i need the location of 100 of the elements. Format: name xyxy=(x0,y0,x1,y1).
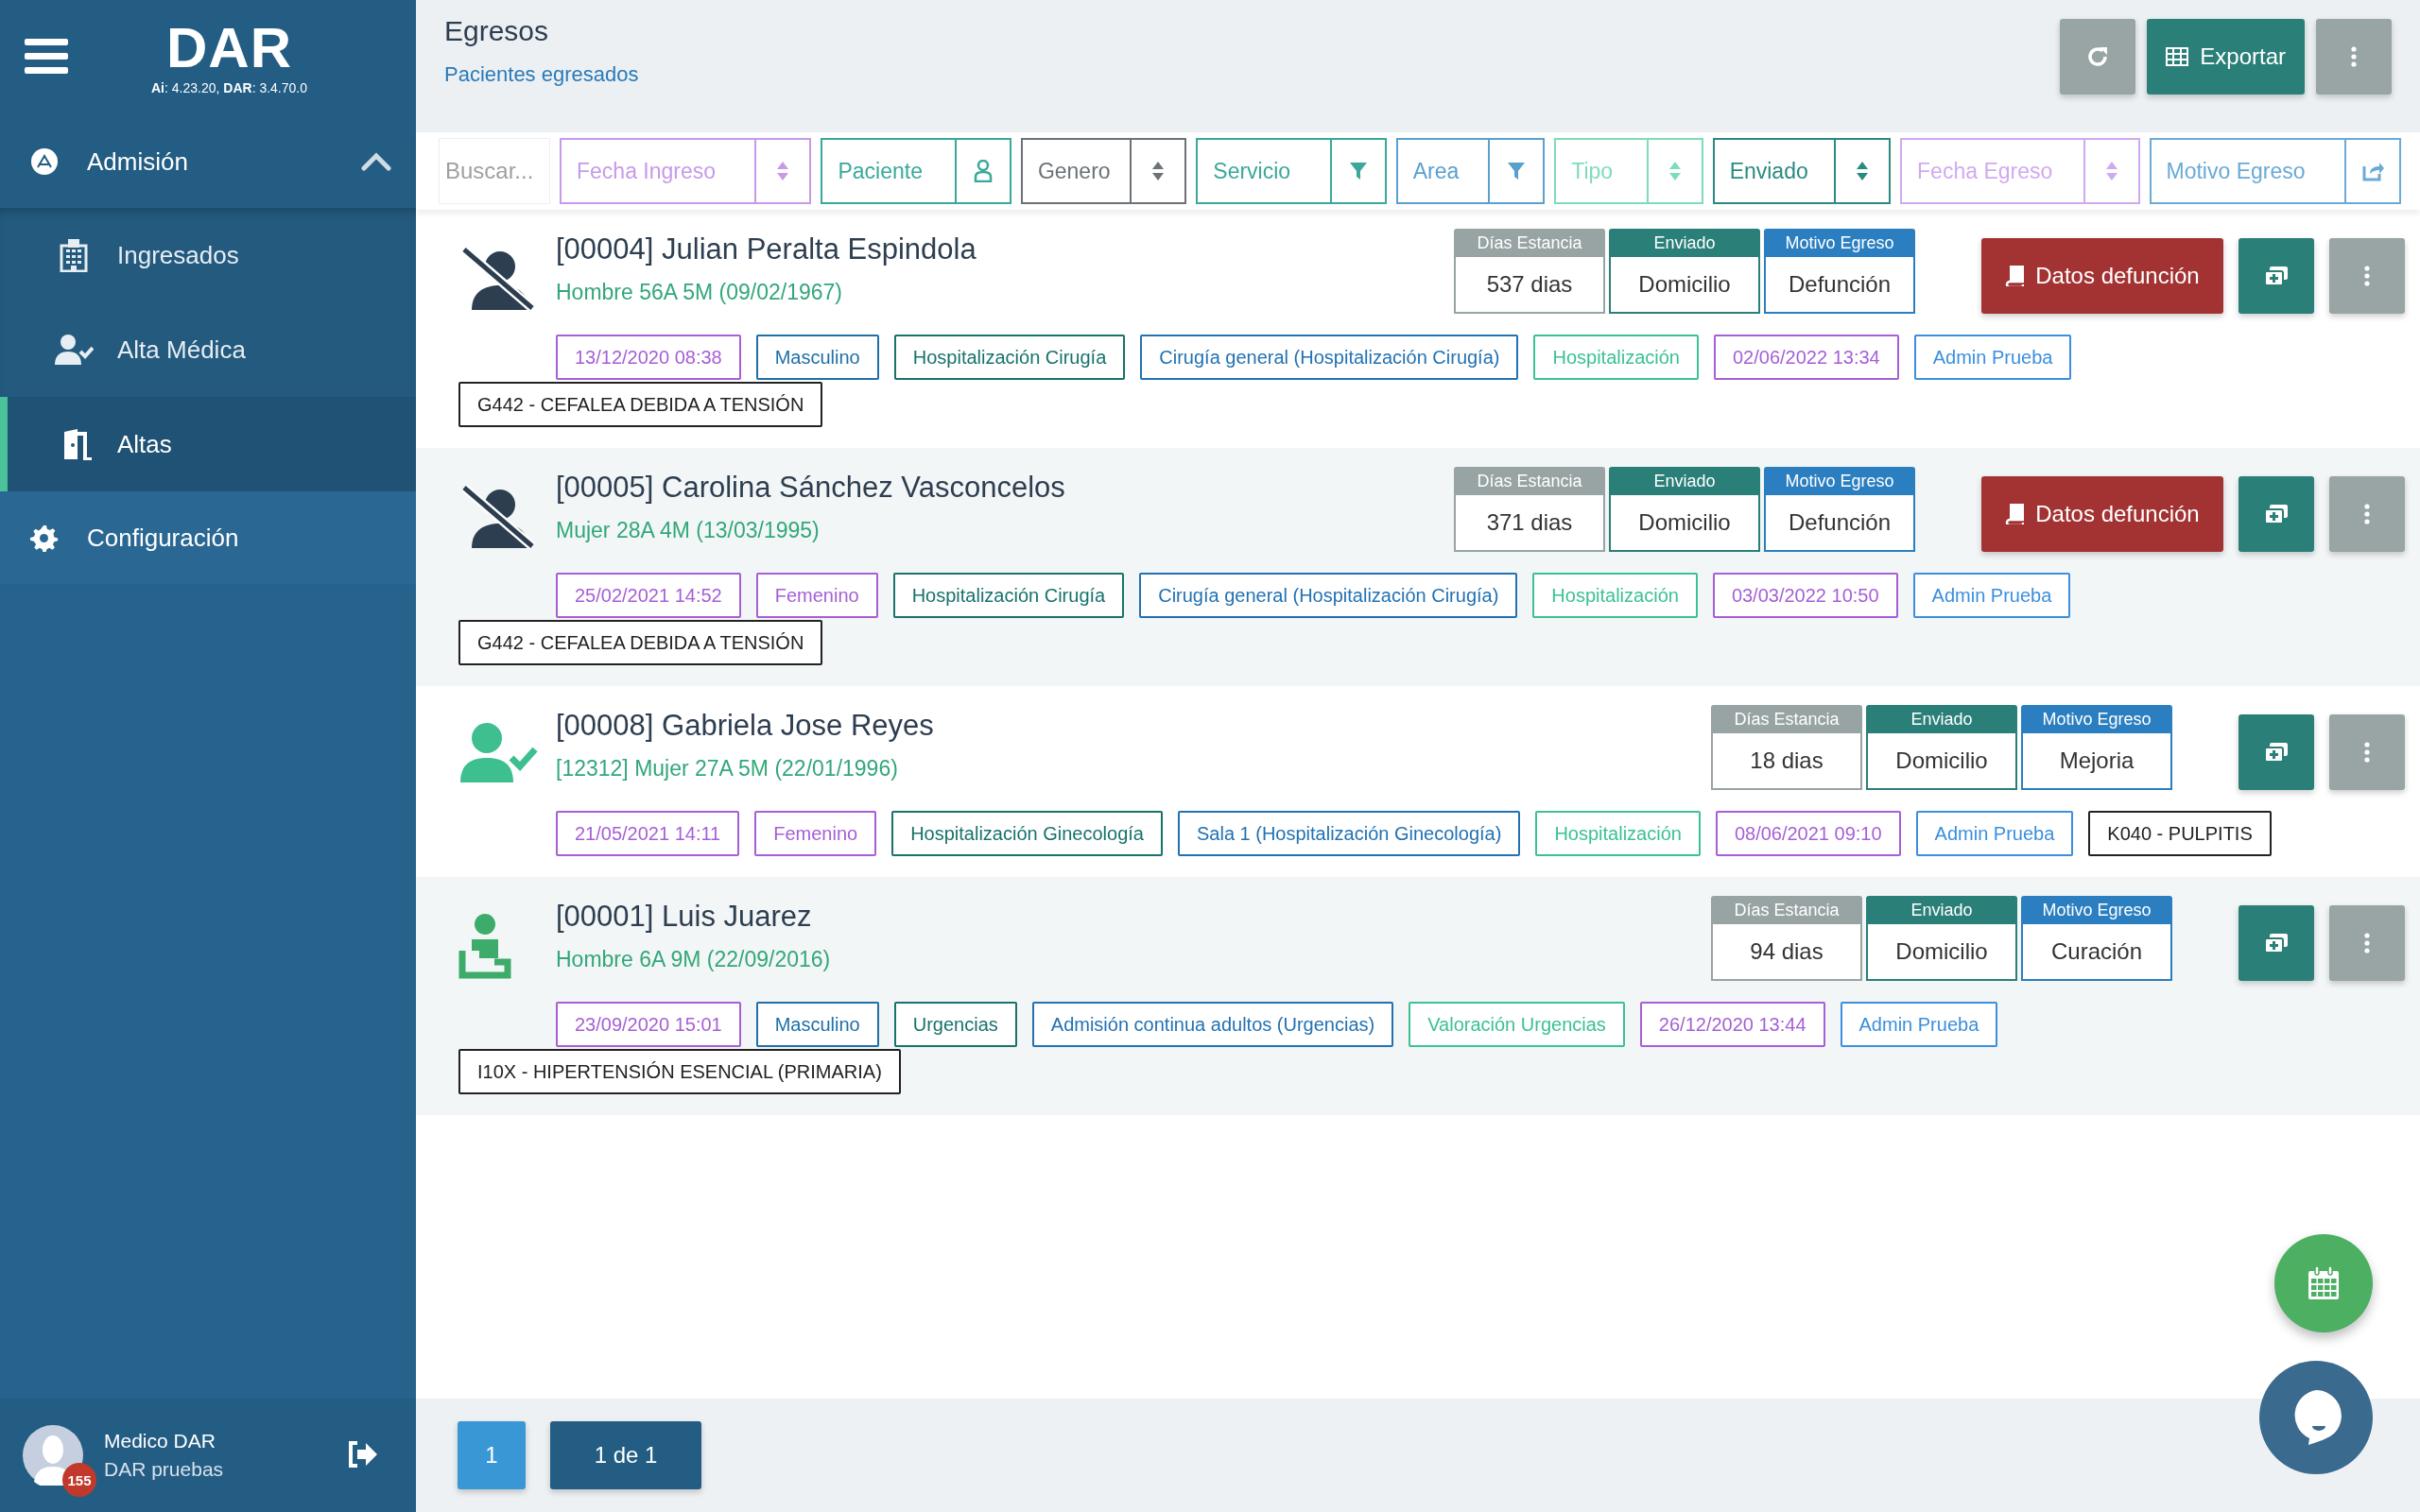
filter-field[interactable]: Fecha Egreso xyxy=(1900,138,2083,204)
user-check-icon xyxy=(458,722,538,784)
stat-value: Mejoria xyxy=(2021,733,2172,790)
patient-details: Hombre 56A 5M (09/02/1967) xyxy=(556,280,843,305)
circle-caret-icon xyxy=(30,147,59,176)
menu-icon xyxy=(25,38,68,75)
filter-field[interactable]: Tipo xyxy=(1554,138,1647,204)
stat-value: Domicilio xyxy=(1609,495,1760,552)
share-icon xyxy=(2360,161,2384,181)
refresh-button[interactable] xyxy=(2060,19,2136,94)
refresh-icon xyxy=(2086,45,2110,68)
info-tag: G442 - CEFALEA DEBIDA A TENSIÓN xyxy=(458,382,823,427)
stat-label: Enviado xyxy=(1609,229,1760,257)
medical-cards-icon xyxy=(2264,933,2289,954)
patient-details: [12312] Mujer 27A 5M (22/01/1996) xyxy=(556,756,899,782)
filter-button[interactable] xyxy=(1488,138,1546,204)
info-tag: Cirugía general (Hospitalización Cirugía) xyxy=(1139,573,1518,618)
kebab-icon xyxy=(2351,46,2357,67)
sort-button[interactable] xyxy=(1834,138,1892,204)
filter-button[interactable] xyxy=(1329,138,1387,204)
sort-icon xyxy=(776,161,790,181)
page-button[interactable]: 1 xyxy=(458,1421,526,1489)
sort-button[interactable] xyxy=(1130,138,1187,204)
patient-details: Mujer 28A 4M (13/03/1995) xyxy=(556,518,821,543)
book-icon xyxy=(2005,266,2025,286)
medical-record-button[interactable] xyxy=(2238,476,2314,552)
patient-details: Hombre 6A 9M (22/09/2016) xyxy=(556,947,832,972)
stat-value: Domicilio xyxy=(1866,924,2017,981)
medical-record-button[interactable] xyxy=(2238,905,2314,981)
sort-icon xyxy=(1668,161,1682,181)
table-icon xyxy=(2166,47,2189,66)
filter-field[interactable]: Motivo Egreso xyxy=(2149,138,2344,204)
filter-field[interactable]: Area xyxy=(1395,138,1489,204)
info-tag: 02/06/2022 13:34 xyxy=(1714,335,1899,380)
filter-field[interactable]: Servicio xyxy=(1196,138,1330,204)
notification-badge: 155 xyxy=(62,1463,96,1497)
sort-button[interactable] xyxy=(2083,138,2140,204)
info-tag: Valoración Urgencias xyxy=(1409,1002,1625,1047)
person-button[interactable] xyxy=(954,138,1011,204)
death-data-button[interactable]: Datos defunción xyxy=(1981,238,2223,314)
sidebar-item[interactable]: Configuración xyxy=(0,491,416,584)
stat-value: 371 dias xyxy=(1454,495,1605,552)
medical-record-button[interactable] xyxy=(2238,238,2314,314)
sidebar-item[interactable]: Ingresados xyxy=(0,208,416,302)
filter-field[interactable]: Fecha Ingreso xyxy=(560,138,755,204)
book-icon xyxy=(2005,504,2025,524)
info-tag: 23/09/2020 15:01 xyxy=(556,1002,741,1047)
info-tag: Hospitalización xyxy=(1535,811,1701,856)
stat-label: Enviado xyxy=(1866,705,2017,733)
info-tag: G442 - CEFALEA DEBIDA A TENSIÓN xyxy=(458,620,823,665)
stat-label: Motivo Egreso xyxy=(2021,705,2172,733)
info-tag: Sala 1 (Hospitalización Ginecología) xyxy=(1177,811,1521,856)
filter-field[interactable]: Genero xyxy=(1020,138,1131,204)
sidebar-group[interactable]: Admisión xyxy=(0,115,416,208)
kebab-icon xyxy=(2364,266,2370,286)
info-tag: Urgencias xyxy=(893,1002,1017,1047)
stat-value: Domicilio xyxy=(1609,257,1760,314)
gear-icon xyxy=(30,524,59,552)
stat-value: 537 dias xyxy=(1454,257,1605,314)
stat-value: Curación xyxy=(2021,924,2172,981)
version-text: Ai: 4.23.20, DAR: 3.4.70.0 xyxy=(151,80,307,95)
sort-icon xyxy=(1151,161,1166,181)
export-button[interactable] xyxy=(2343,138,2401,204)
info-tag: K040 - PULPITIS xyxy=(2088,811,2272,856)
stat-value: Defunción xyxy=(1764,495,1915,552)
medical-cards-icon xyxy=(2264,504,2289,524)
breadcrumb-link[interactable]: Pacientes egresados xyxy=(444,62,639,87)
info-tag: Hospitalización xyxy=(1533,335,1699,380)
stat-value: 94 dias xyxy=(1711,924,1862,981)
page-summary[interactable]: 1 de 1 xyxy=(550,1421,701,1489)
info-tag: 03/03/2022 10:50 xyxy=(1712,573,1898,618)
calendar-button[interactable] xyxy=(2274,1234,2373,1332)
medical-record-button[interactable] xyxy=(2238,714,2314,790)
user-name: Medico DAR xyxy=(104,1430,216,1452)
stat-value: Domicilio xyxy=(1866,733,2017,790)
filter-field[interactable]: Paciente xyxy=(821,138,955,204)
stat-label: Enviado xyxy=(1866,896,2017,924)
patient-name: [00005] Carolina Sánchez Vasconcelos xyxy=(556,471,1066,505)
filter-icon xyxy=(1507,162,1527,180)
sidebar-item[interactable]: Altas xyxy=(0,397,416,491)
logout-icon xyxy=(346,1439,378,1469)
sort-button[interactable] xyxy=(754,138,812,204)
filter-icon xyxy=(1348,162,1368,180)
filter-field[interactable]: Enviado xyxy=(1712,138,1835,204)
chevron-up-icon xyxy=(361,152,391,171)
info-tag: 21/05/2021 14:11 xyxy=(556,811,740,856)
info-tag: 08/06/2021 09:10 xyxy=(1715,811,1901,856)
hospital-icon xyxy=(60,238,88,272)
sidebar-item[interactable]: Alta Médica xyxy=(0,302,416,397)
stat-value: Defunción xyxy=(1764,257,1915,314)
patient-name: [00008] Gabriela Jose Reyes xyxy=(556,709,935,743)
info-tag: Masculino xyxy=(755,335,879,380)
patient-name: [00004] Julian Peralta Espindola xyxy=(556,232,977,266)
export-button[interactable]: Exportar xyxy=(2147,19,2305,94)
search-field[interactable]: Buscar... xyxy=(439,138,550,204)
info-tag: Admin Prueba xyxy=(1913,335,2072,380)
stat-label: Motivo Egreso xyxy=(1764,229,1915,257)
page-title: Egresos xyxy=(444,15,550,47)
death-data-button[interactable]: Datos defunción xyxy=(1981,476,2223,552)
kebab-icon xyxy=(2364,504,2370,524)
